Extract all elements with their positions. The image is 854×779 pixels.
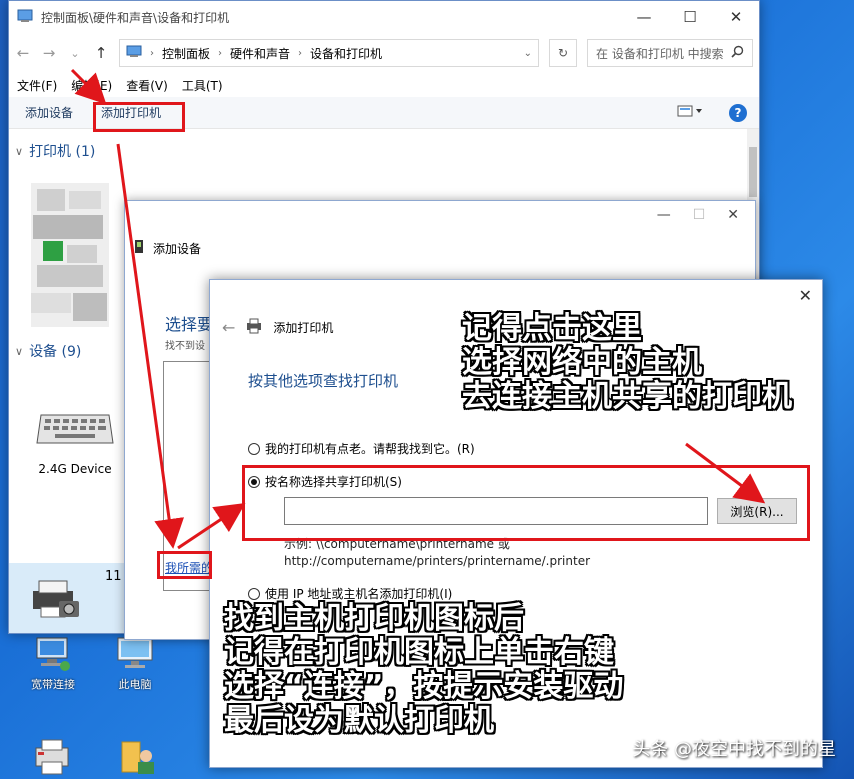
annotation-line: 去连接主机共享的打印机 <box>462 379 792 414</box>
option-label: 我的打印机有点老。请帮我找到它。(R) <box>265 442 475 456</box>
recent-dropdown[interactable]: ⌄ <box>67 47 83 60</box>
keyboard-icon <box>27 407 123 454</box>
back-button[interactable]: ← <box>15 44 31 62</box>
dialog-subtext: 找不到设 <box>165 341 205 352</box>
group-devices-label: 设备 (9) <box>29 344 82 360</box>
annotation-line: 选择“连接”，按提示安装驱动 <box>224 669 624 704</box>
menu-file[interactable]: 文件(F) <box>17 77 57 94</box>
highlight-by-name-option <box>242 465 810 541</box>
menu-edit[interactable]: 编辑(E) <box>71 77 112 94</box>
highlight-add-printer <box>93 102 185 132</box>
option-old-printer[interactable]: 我的打印机有点老。请帮我找到它。(R) <box>248 440 475 457</box>
device-label: 2.4G Device <box>38 462 112 476</box>
desktop-icon-broadband[interactable]: 宽带连接 <box>18 636 88 692</box>
help-button[interactable]: ? <box>729 103 747 122</box>
keyboard-device-tile[interactable]: 2.4G Device <box>27 407 123 476</box>
menu-view[interactable]: 查看(V) <box>126 77 168 94</box>
chevron-down-icon: ∨ <box>15 344 24 358</box>
chevron-down-icon[interactable]: ⌄ <box>524 48 532 59</box>
breadcrumb-devices-printers[interactable]: 设备和打印机 <box>310 45 382 62</box>
chevron-right-icon: › <box>218 47 223 59</box>
address-box[interactable]: › 控制面板 › 硬件和声音 › 设备和打印机 ⌄ <box>119 39 539 67</box>
chevron-right-icon: › <box>150 47 154 59</box>
computer-icon <box>115 636 155 672</box>
annotation-line: 记得在打印机图标上单击右键 <box>224 635 614 670</box>
minimize-button[interactable]: — <box>621 1 667 33</box>
control-panel-icon <box>17 8 33 27</box>
chevron-down-icon: ∨ <box>15 144 24 158</box>
menu-tools[interactable]: 工具(T) <box>182 77 223 94</box>
option-label: 使用 IP 地址或主机名添加打印机(I) <box>265 587 453 601</box>
annotation-bottom: 找到主机打印机图标后 记得在打印机图标上单击右键 选择“连接”，按提示安装驱动 … <box>224 602 623 738</box>
user-folder-icon[interactable] <box>118 738 158 776</box>
view-options-icon[interactable] <box>677 105 703 120</box>
annotation-top: 记得点击这里 选择网络中的主机 去连接主机共享的打印机 <box>462 312 792 414</box>
title-bar[interactable]: 控制面板\硬件和声音\设备和打印机 — ☐ ✕ <box>9 1 759 33</box>
close-button[interactable]: ✕ <box>727 207 739 223</box>
dialog-header: 添加设备 <box>133 239 201 258</box>
menu-bar: 文件(F) 编辑(E) 查看(V) 工具(T) <box>9 73 759 97</box>
close-button[interactable]: ✕ <box>713 1 759 33</box>
breadcrumb-control-panel[interactable]: 控制面板 <box>162 45 210 62</box>
printer-scanner-icon[interactable] <box>32 738 72 776</box>
dialog-heading: 按其他选项查找打印机 <box>248 372 399 390</box>
window-title: 控制面板\硬件和声音\设备和打印机 <box>41 10 230 25</box>
dialog-title: 添加设备 <box>153 242 202 256</box>
dialog-heading: 选择要 <box>165 315 214 334</box>
device-tile-selected[interactable]: 11 <box>9 563 133 633</box>
group-header-devices[interactable]: ∨ 设备 (9) <box>15 341 81 361</box>
printer-icon <box>245 318 263 337</box>
refresh-button[interactable]: ↻ <box>549 39 577 67</box>
printer-device-tile[interactable] <box>29 181 111 329</box>
maximize-button[interactable]: ☐ <box>693 207 706 223</box>
option-by-ip[interactable]: 使用 IP 地址或主机名添加打印机(I) <box>248 585 452 602</box>
minimize-button[interactable]: — <box>657 207 671 223</box>
scrollbar-thumb[interactable] <box>749 147 757 197</box>
group-header-printers[interactable]: ∨ 打印机 (1) <box>15 141 95 161</box>
radio-by-ip[interactable] <box>248 587 260 600</box>
desktop-icon-label: 宽带连接 <box>31 678 75 691</box>
desktop-icon-label: 此电脑 <box>118 678 152 691</box>
dialog-header: ← 添加打印机 <box>222 318 333 337</box>
watermark: 头条 @夜空中找不到的星 <box>632 739 836 760</box>
group-printers-label: 打印机 (1) <box>29 144 96 160</box>
device-count: 11 <box>105 569 122 584</box>
highlight-printer-link <box>157 551 212 579</box>
chevron-right-icon: › <box>298 47 303 59</box>
search-input[interactable]: 在 设备和打印机 中搜索 <box>587 39 753 67</box>
network-computer-icon <box>33 636 73 672</box>
example-text: 示例: \\computername\printername 或 http://… <box>284 536 590 570</box>
close-button[interactable]: ✕ <box>799 286 812 305</box>
forward-button[interactable]: → <box>41 44 57 62</box>
maximize-button[interactable]: ☐ <box>667 1 713 33</box>
annotation-line: 最后设为默认打印机 <box>224 703 494 738</box>
address-bar-row: ← → ⌄ ↑ › 控制面板 › 硬件和声音 › 设备和打印机 ⌄ ↻ 在 设备… <box>9 33 759 73</box>
search-placeholder: 在 设备和打印机 中搜索 <box>596 46 724 61</box>
back-arrow-icon[interactable]: ← <box>222 318 235 337</box>
add-device-button[interactable]: 添加设备 <box>25 104 73 121</box>
example-line-2: http://computername/printers/printername… <box>284 554 591 568</box>
add-device-icon <box>133 239 147 258</box>
search-icon <box>731 45 744 61</box>
annotation-line: 找到主机打印机图标后 <box>224 601 524 636</box>
breadcrumb-hardware-sound[interactable]: 硬件和声音 <box>230 45 290 62</box>
annotation-line: 选择网络中的主机 <box>462 345 702 380</box>
control-panel-icon <box>126 45 142 62</box>
printer-camera-icon <box>27 577 83 626</box>
desktop-icon-this-pc[interactable]: 此电脑 <box>100 636 170 692</box>
radio-old-printer[interactable] <box>248 442 260 455</box>
dialog-title: 添加打印机 <box>273 321 334 335</box>
up-button[interactable]: ↑ <box>93 44 109 62</box>
annotation-line: 记得点击这里 <box>462 311 642 346</box>
